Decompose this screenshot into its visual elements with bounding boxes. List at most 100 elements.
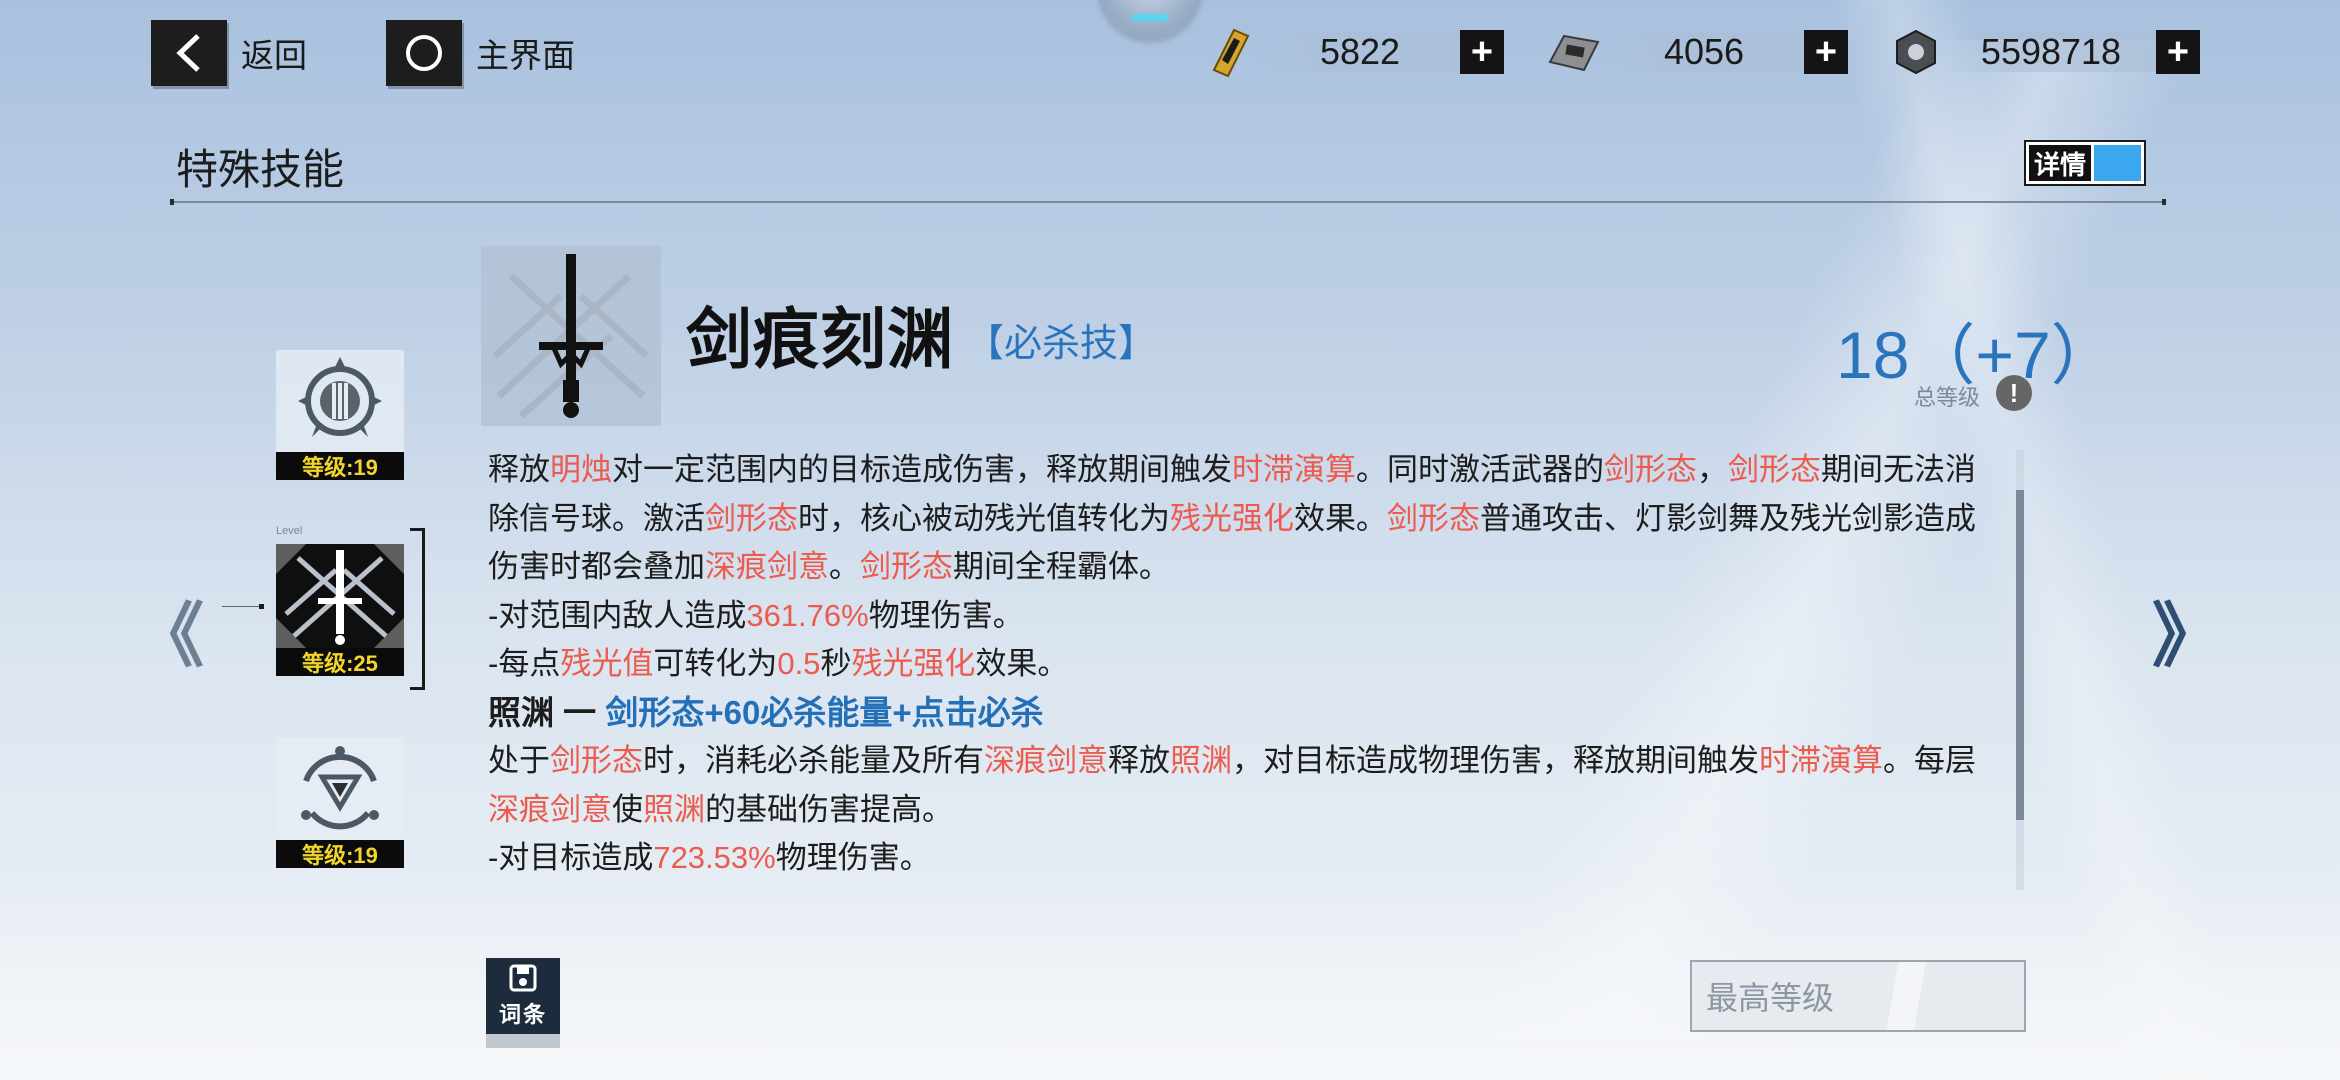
sword-skill-icon	[481, 246, 661, 426]
desc-text: 时，核心被动残光值转化为	[798, 500, 1170, 536]
header-divider	[170, 199, 2166, 205]
highlight-term: 照渊	[643, 791, 705, 827]
skill-card-2[interactable]: 等级:25	[276, 544, 404, 676]
desc-paragraph: 处于剑形态时，消耗必杀能量及所有深痕剑意释放照渊，对目标造成物理伤害，释放期间触…	[488, 737, 1988, 834]
enhanced-skill-header: 照渊 一 剑形态+60必杀能量+点击必杀	[488, 689, 1988, 738]
desc-text: 释放	[1108, 743, 1170, 778]
add-gold-button[interactable]: +	[1460, 30, 1504, 74]
detail-toggle[interactable]: 详情	[2024, 140, 2146, 186]
desc-paragraph: -对目标造成723.53%物理伤害。	[488, 834, 1988, 883]
skill-type: 【必杀技】	[966, 323, 1157, 365]
resource-value: 4056	[1604, 31, 1804, 72]
desc-text: 效果。	[975, 646, 1069, 681]
highlight-term: 残光强化	[1170, 500, 1294, 536]
highlight-term: 残光强化	[851, 646, 976, 681]
desc-text: 的基础伤害提高。	[705, 791, 953, 827]
detail-toggle-label: 详情	[2029, 145, 2091, 181]
desc-text: 。	[829, 549, 860, 584]
desc-text: 处于	[488, 743, 550, 778]
resource-value: 5822	[1260, 31, 1460, 72]
highlight-term: 361.76%	[746, 597, 869, 633]
top-dial	[1098, 0, 1202, 40]
previous-arrow[interactable]: 《	[134, 580, 204, 681]
skill-card-3[interactable]: 等级:19	[276, 738, 404, 868]
desc-text: 释放	[488, 452, 550, 487]
highlight-term: 剑形态	[705, 500, 798, 536]
highlight-term: 照渊	[1170, 743, 1232, 778]
desc-paragraph: 释放明烛对一定范围内的目标造成伤害，释放期间触发时滞演算。同时激活武器的剑形态，…	[488, 446, 1988, 592]
desc-text: -每点	[488, 646, 561, 681]
desc-text: -对范围内敌人造成	[488, 597, 747, 633]
desc-text: 使	[612, 791, 643, 827]
resource-value: 5598718	[1946, 31, 2156, 72]
chevron-left-icon	[151, 20, 227, 86]
highlight-term: 时滞演算	[1232, 452, 1356, 487]
resource-gold: 5822 +	[1200, 26, 1504, 78]
desc-text: 期间全程霸体。	[953, 549, 1170, 584]
desc-text: 秒	[820, 646, 852, 681]
level-tag: Level	[276, 525, 303, 537]
home-label: 主界面	[476, 37, 575, 74]
max-level-button[interactable]: 最高等级	[1690, 960, 2026, 1032]
enhanced-skill-condition: 剑形态+60必杀能量+点击必杀	[605, 693, 1044, 731]
highlight-term: 剑形态	[550, 743, 643, 778]
highlight-term: 0.5	[777, 646, 821, 681]
back-button[interactable]: 返回	[151, 20, 307, 86]
triangle-core-skill-icon	[276, 738, 404, 840]
toggle-indicator	[2094, 145, 2141, 181]
desc-text: 效果。	[1294, 500, 1387, 536]
desc-text: 。每层	[1883, 743, 1976, 778]
desc-text: 可转化为	[653, 646, 778, 681]
highlight-term: 明烛	[550, 452, 612, 487]
highlight-term: 剑形态	[860, 549, 953, 584]
highlight-term: 残光值	[560, 646, 654, 681]
desc-text: 物理伤害。	[868, 597, 1024, 633]
highlight-term: 剑形态	[1604, 452, 1697, 487]
skill-level: 等级:25	[276, 648, 404, 676]
home-button[interactable]: 主界面	[386, 20, 575, 86]
entry-button[interactable]: 词条	[486, 958, 560, 1048]
highlight-term: 深痕剑意	[488, 791, 612, 827]
gear-nut-icon	[1886, 26, 1946, 78]
desc-text: -对目标造成	[488, 840, 654, 875]
sword-skill-icon	[276, 544, 404, 648]
selection-connector	[222, 604, 264, 609]
desc-text: 对一定范围内的目标造成伤害，释放期间触发	[612, 452, 1232, 487]
desc-text: 。同时激活武器的	[1356, 452, 1604, 487]
back-label: 返回	[241, 37, 307, 74]
skill-level: 等级:19	[276, 840, 404, 868]
scrollbar-thumb[interactable]	[2016, 490, 2024, 820]
highlight-term: 剑形态	[1387, 500, 1480, 536]
add-silver-button[interactable]: +	[1804, 30, 1848, 74]
desc-paragraph: -对范围内敌人造成361.76%物理伤害。	[488, 592, 1988, 641]
highlight-term: 剑形态	[1728, 452, 1821, 487]
selection-bracket	[410, 528, 425, 690]
desc-text: 时，消耗必杀能量及所有	[643, 743, 984, 778]
resource-gear: 5598718 +	[1886, 26, 2200, 78]
desc-text: ，对目标造成物理伤害，释放期间触发	[1232, 743, 1759, 778]
page-title: 特殊技能	[176, 146, 345, 193]
skill-name: 剑痕刻渊	[686, 302, 954, 376]
desc-text: ，	[1697, 452, 1728, 487]
gold-card-icon	[1200, 26, 1260, 78]
entry-label: 词条	[498, 1002, 547, 1027]
highlight-term: 深痕剑意	[705, 549, 829, 584]
resource-silver: 4056 +	[1544, 26, 1848, 78]
save-file-icon	[509, 964, 537, 992]
desc-paragraph: -每点残光值可转化为0.5秒残光强化效果。	[488, 640, 1988, 689]
skill-description: 释放明烛对一定范围内的目标造成伤害，释放期间触发时滞演算。同时激活武器的剑形态，…	[488, 446, 1988, 883]
highlight-term: 723.53%	[653, 840, 776, 875]
crest-skill-icon	[276, 350, 404, 452]
desc-text: 物理伤害。	[775, 840, 931, 875]
circle-home-icon	[386, 20, 462, 86]
skill-level: 等级:19	[276, 452, 404, 480]
add-gear-button[interactable]: +	[2156, 30, 2200, 74]
enhanced-skill-name: 照渊 一	[488, 693, 606, 731]
silver-card-icon	[1544, 26, 1604, 78]
skill-card-1[interactable]: 等级:19	[276, 350, 404, 480]
total-level-label: 总等级	[1914, 385, 1981, 410]
info-icon[interactable]: !	[1996, 375, 2032, 411]
highlight-term: 深痕剑意	[984, 743, 1108, 778]
highlight-term: 时滞演算	[1759, 743, 1883, 778]
next-arrow[interactable]: 》	[2152, 580, 2222, 681]
